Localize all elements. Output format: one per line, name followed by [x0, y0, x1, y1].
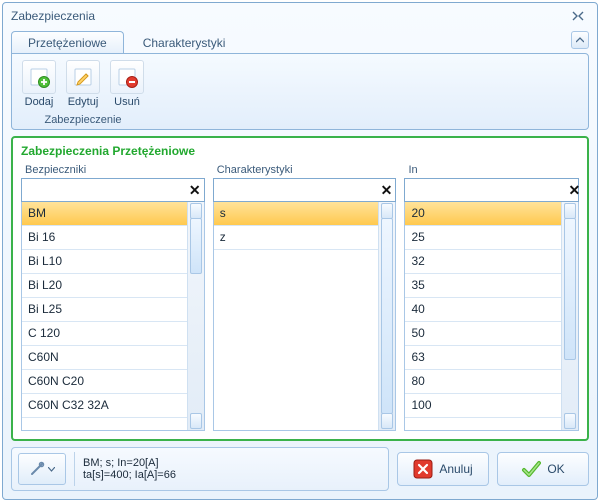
ribbon-collapse-button[interactable] [571, 31, 589, 49]
column-in-label: In [408, 164, 579, 176]
list-item[interactable]: 100 [405, 394, 561, 418]
add-button[interactable]: Dodaj [18, 58, 60, 110]
list-item[interactable]: z [214, 226, 379, 250]
list-item[interactable]: 35 [405, 274, 561, 298]
cancel-button[interactable]: Anuluj [397, 452, 489, 486]
status-line-2: ta[s]=400; Ia[A]=66 [83, 469, 176, 481]
status-divider [74, 452, 75, 486]
tab-overcurrent[interactable]: Przetężeniowe [11, 31, 124, 53]
edit-icon [66, 60, 100, 94]
window-title: Zabezpieczenia [11, 9, 567, 23]
fuses-listbox: BMBi 16Bi L10Bi L20Bi L25C 120C60NC60N C… [21, 202, 205, 431]
cancel-icon [413, 459, 433, 479]
chevron-up-icon [576, 37, 584, 43]
dialog-window: Zabezpieczenia Przetężeniowe Charakterys… [2, 2, 598, 500]
column-fuses-label: Bezpieczniki [25, 164, 205, 176]
chars-listbox: sz [213, 202, 397, 431]
list-item[interactable]: 25 [405, 226, 561, 250]
fuses-search-wrap: ✕ [21, 178, 205, 202]
tools-icon [29, 461, 45, 477]
in-listbox: 2025323540506380100 [404, 202, 579, 431]
chars-search-wrap: ✕ [213, 178, 397, 202]
chars-search-input[interactable] [214, 183, 378, 197]
in-search-input[interactable] [405, 183, 568, 197]
bottom-bar: BM; s; In=20[A] ta[s]=400; Ia[A]=66 Anul… [11, 447, 589, 491]
column-chars: Charakterystyki ✕ sz [213, 164, 397, 431]
list-item[interactable]: BM [22, 202, 187, 226]
window-close-button[interactable] [567, 8, 589, 24]
list-item[interactable]: s [214, 202, 379, 226]
tab-characteristics[interactable]: Charakterystyki [126, 31, 243, 53]
chevron-down-icon [48, 467, 55, 472]
list-item[interactable]: Bi L25 [22, 298, 187, 322]
edit-label: Edytuj [68, 96, 99, 108]
title-bar: Zabezpieczenia [3, 3, 597, 29]
ok-button[interactable]: OK [497, 452, 589, 486]
close-icon [572, 11, 584, 21]
status-panel: BM; s; In=20[A] ta[s]=400; Ia[A]=66 [11, 447, 389, 491]
list-item[interactable]: Bi 16 [22, 226, 187, 250]
ok-icon [521, 459, 541, 479]
list-item[interactable]: Bi L20 [22, 274, 187, 298]
delete-label: Usuń [114, 96, 140, 108]
ribbon-group-fuse: Dodaj Edytuj [18, 58, 148, 129]
delete-button[interactable]: Usuń [106, 58, 148, 110]
status-text: BM; s; In=20[A] ta[s]=400; Ia[A]=66 [83, 457, 176, 481]
cancel-label: Anuluj [439, 462, 472, 476]
main-panel: Zabezpieczenia Przetężeniowe Bezpiecznik… [11, 136, 589, 441]
chars-scrollbar[interactable] [378, 202, 395, 430]
add-label: Dodaj [25, 96, 54, 108]
tab-strip: Przetężeniowe Charakterystyki [3, 29, 597, 53]
status-line-1: BM; s; In=20[A] [83, 457, 176, 469]
list-item[interactable]: C60N [22, 346, 187, 370]
panel-title: Zabezpieczenia Przetężeniowe [21, 144, 579, 158]
list-item[interactable]: C60N C20 [22, 370, 187, 394]
list-item[interactable]: C60N C32 32A [22, 394, 187, 418]
in-search-clear[interactable]: ✕ [568, 181, 580, 199]
tools-dropdown-button[interactable] [18, 453, 66, 485]
list-item[interactable]: 32 [405, 250, 561, 274]
column-fuses: Bezpieczniki ✕ BMBi 16Bi L10Bi L20Bi L25… [21, 164, 205, 431]
column-in: In ✕ 2025323540506380100 [404, 164, 579, 431]
list-item[interactable]: Bi L10 [22, 250, 187, 274]
list-item[interactable]: 20 [405, 202, 561, 226]
add-icon [22, 60, 56, 94]
edit-button[interactable]: Edytuj [62, 58, 104, 110]
fuses-search-input[interactable] [22, 183, 186, 197]
fuses-scrollbar[interactable] [187, 202, 204, 430]
ribbon-group-title: Zabezpieczenie [44, 114, 121, 126]
chars-search-clear[interactable]: ✕ [377, 181, 395, 199]
delete-icon [110, 60, 144, 94]
ribbon: Dodaj Edytuj [11, 53, 589, 130]
in-search-wrap: ✕ [404, 178, 579, 202]
list-item[interactable]: 40 [405, 298, 561, 322]
list-item[interactable]: C 120 [22, 322, 187, 346]
ok-label: OK [547, 462, 564, 476]
list-item[interactable]: 50 [405, 322, 561, 346]
list-item[interactable]: 63 [405, 346, 561, 370]
in-scrollbar[interactable] [561, 202, 578, 430]
list-item[interactable]: 80 [405, 370, 561, 394]
column-chars-label: Charakterystyki [217, 164, 397, 176]
fuses-search-clear[interactable]: ✕ [186, 181, 204, 199]
